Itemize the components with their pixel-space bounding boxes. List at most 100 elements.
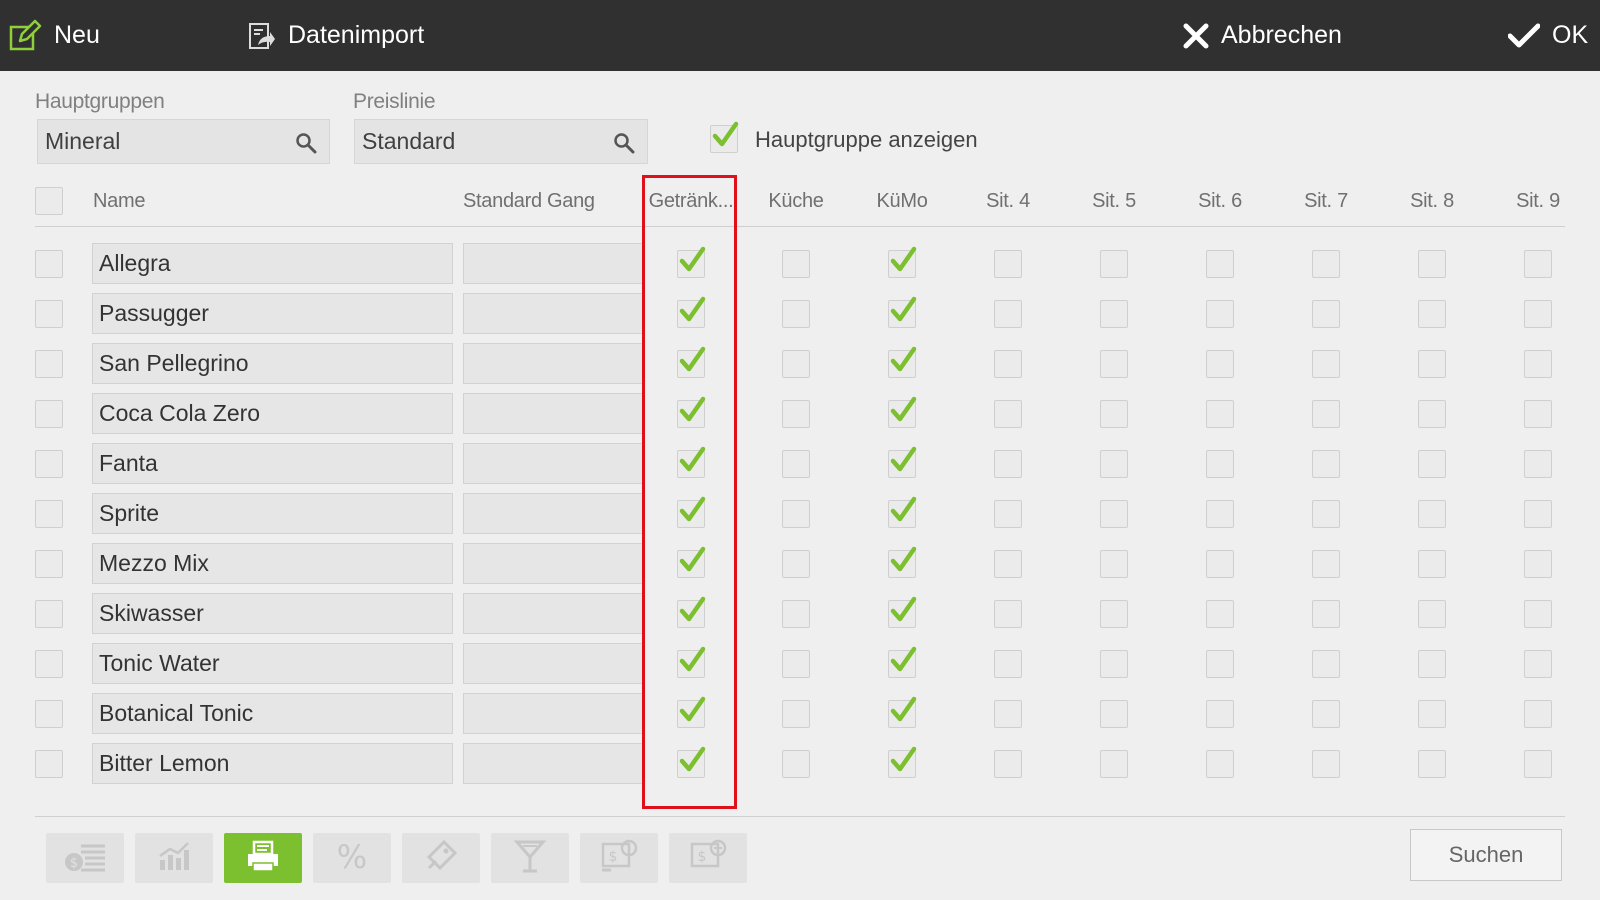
checkbox-sit-8[interactable]: [1418, 500, 1446, 528]
standard-gang-input[interactable]: [463, 293, 643, 334]
column-header-standard-gang[interactable]: Standard Gang: [463, 186, 595, 216]
checkbox-sit-7[interactable]: [1312, 700, 1340, 728]
checkbox-sit-8[interactable]: [1418, 250, 1446, 278]
checkbox-kuemo[interactable]: [888, 546, 917, 578]
standard-gang-input[interactable]: [463, 743, 643, 784]
checkbox-sit-4[interactable]: [994, 550, 1022, 578]
standard-gang-input[interactable]: [463, 693, 643, 734]
checkbox-kueche[interactable]: [782, 500, 810, 528]
checkbox-sit-9[interactable]: [1524, 350, 1552, 378]
row-select-checkbox[interactable]: [35, 650, 63, 678]
product-name-input[interactable]: Sprite: [92, 493, 453, 534]
checkbox-kuemo[interactable]: [888, 346, 917, 378]
checkbox-sit-4[interactable]: [994, 300, 1022, 328]
checkbox-sit-4[interactable]: [994, 400, 1022, 428]
checkbox-kuemo[interactable]: [888, 646, 917, 678]
checkbox-kueche[interactable]: [782, 450, 810, 478]
checkbox-getraenke[interactable]: [677, 746, 706, 778]
standard-gang-input[interactable]: [463, 343, 643, 384]
checkbox-sit-9[interactable]: [1524, 250, 1552, 278]
checkbox-sit-5[interactable]: [1100, 250, 1128, 278]
tag-tool-button[interactable]: [402, 833, 480, 883]
checkbox-sit-4[interactable]: [994, 750, 1022, 778]
checkbox-getraenke[interactable]: [677, 346, 706, 378]
checkbox-kueche[interactable]: [782, 300, 810, 328]
row-select-checkbox[interactable]: [35, 450, 63, 478]
checkbox-kuemo[interactable]: [888, 296, 917, 328]
checkbox-sit-7[interactable]: [1312, 300, 1340, 328]
checkbox-kuemo[interactable]: [888, 746, 917, 778]
checkbox-sit-6[interactable]: [1206, 700, 1234, 728]
checkbox-sit-7[interactable]: [1312, 750, 1340, 778]
checkbox-sit-9[interactable]: [1524, 550, 1552, 578]
checkbox-kueche[interactable]: [782, 700, 810, 728]
checkbox-sit-7[interactable]: [1312, 550, 1340, 578]
checkbox-sit-4[interactable]: [994, 700, 1022, 728]
checkbox-getraenke[interactable]: [677, 496, 706, 528]
checkbox-sit-8[interactable]: [1418, 700, 1446, 728]
column-header-kuemo[interactable]: KüMo: [852, 186, 952, 216]
checkbox-sit-9[interactable]: [1524, 700, 1552, 728]
row-select-checkbox[interactable]: [35, 250, 63, 278]
row-select-checkbox[interactable]: [35, 550, 63, 578]
standard-gang-input[interactable]: [463, 243, 643, 284]
checkbox-sit-6[interactable]: [1206, 550, 1234, 578]
checkbox-sit-5[interactable]: [1100, 600, 1128, 628]
checkbox-sit-9[interactable]: [1524, 750, 1552, 778]
checkbox-sit-6[interactable]: [1206, 300, 1234, 328]
checkbox-sit-6[interactable]: [1206, 350, 1234, 378]
column-header-getraenke[interactable]: Getränk...: [641, 186, 741, 216]
checkbox-sit-8[interactable]: [1418, 600, 1446, 628]
row-select-checkbox[interactable]: [35, 500, 63, 528]
checkbox-getraenke[interactable]: [677, 596, 706, 628]
checkbox-sit-6[interactable]: [1206, 500, 1234, 528]
checkbox-sit-8[interactable]: [1418, 300, 1446, 328]
new-button[interactable]: Neu: [8, 0, 100, 71]
checkbox-sit-8[interactable]: [1418, 750, 1446, 778]
checkbox-kuemo[interactable]: [888, 596, 917, 628]
standard-gang-input[interactable]: [463, 643, 643, 684]
checkbox-sit-9[interactable]: [1524, 600, 1552, 628]
select-all-checkbox[interactable]: [35, 187, 63, 215]
product-name-input[interactable]: Allegra: [92, 243, 453, 284]
checkbox-getraenke[interactable]: [677, 396, 706, 428]
product-name-input[interactable]: Fanta: [92, 443, 453, 484]
checkbox-kuemo[interactable]: [888, 446, 917, 478]
search-icon[interactable]: [613, 132, 635, 160]
checkbox-sit-5[interactable]: [1100, 400, 1128, 428]
checkbox-kueche[interactable]: [782, 600, 810, 628]
checkbox-sit-5[interactable]: [1100, 750, 1128, 778]
checkbox-sit-7[interactable]: [1312, 250, 1340, 278]
column-header-kueche[interactable]: Küche: [746, 186, 846, 216]
checkbox-sit-6[interactable]: [1206, 650, 1234, 678]
column-header-sit-8[interactable]: Sit. 8: [1382, 186, 1482, 216]
checkbox-getraenke[interactable]: [677, 446, 706, 478]
checkbox-kueche[interactable]: [782, 250, 810, 278]
checkbox-sit-5[interactable]: [1100, 700, 1128, 728]
standard-gang-input[interactable]: [463, 493, 643, 534]
statistics-tool-button[interactable]: [135, 833, 213, 883]
checkbox-sit-4[interactable]: [994, 350, 1022, 378]
checkbox-sit-6[interactable]: [1206, 450, 1234, 478]
standard-gang-input[interactable]: [463, 393, 643, 434]
checkbox-kuemo[interactable]: [888, 496, 917, 528]
checkbox-sit-8[interactable]: [1418, 350, 1446, 378]
checkbox-kueche[interactable]: [782, 350, 810, 378]
printer-tool-button[interactable]: [224, 833, 302, 883]
checkbox-getraenke[interactable]: [677, 246, 706, 278]
checkbox-sit-7[interactable]: [1312, 650, 1340, 678]
product-name-input[interactable]: Passugger: [92, 293, 453, 334]
checkbox-getraenke[interactable]: [677, 696, 706, 728]
hauptgruppen-search-field[interactable]: Mineral: [37, 119, 330, 164]
product-name-input[interactable]: Skiwasser: [92, 593, 453, 634]
checkbox-getraenke[interactable]: [677, 546, 706, 578]
checkbox-kuemo[interactable]: [888, 246, 917, 278]
checkbox-sit-6[interactable]: [1206, 400, 1234, 428]
checkbox-sit-8[interactable]: [1418, 450, 1446, 478]
checkbox-sit-5[interactable]: [1100, 550, 1128, 578]
row-select-checkbox[interactable]: [35, 750, 63, 778]
checkbox-sit-4[interactable]: [994, 450, 1022, 478]
checkbox-kueche[interactable]: [782, 650, 810, 678]
checkbox-sit-6[interactable]: [1206, 600, 1234, 628]
percent-tool-button[interactable]: %: [313, 833, 391, 883]
